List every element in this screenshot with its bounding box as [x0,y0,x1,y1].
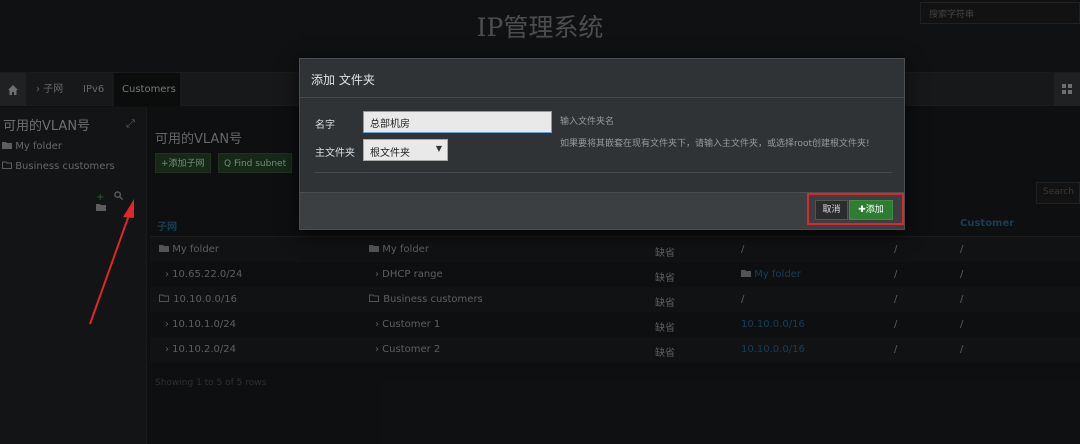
dialog-title: 添加 文件夹 [311,73,375,87]
dialog-divider [314,172,892,173]
select-value: 根文件夹 [370,148,410,159]
caret-down-icon: ▼ [435,144,442,153]
parent-folder-hint: 如果要将其嵌套在现有文件夹下，请输入主文件夹，或选择root创建根文件夹! [560,139,870,149]
parent-folder-label: 主文件夹 [315,148,355,159]
name-label: 名字 [315,120,335,131]
add-folder-dialog: 添加 文件夹 名字 输入文件夹名 主文件夹 根文件夹 ▼ 如果要将其嵌套在现有文… [299,58,905,230]
dialog-header: 添加 文件夹 [300,59,904,98]
name-hint: 输入文件夹名 [560,117,615,127]
folder-name-input[interactable] [363,111,552,133]
add-button[interactable]: ✚添加 [849,200,893,220]
cancel-button[interactable]: 取消 [815,200,848,220]
parent-folder-select[interactable]: 根文件夹 ▼ [363,139,448,161]
